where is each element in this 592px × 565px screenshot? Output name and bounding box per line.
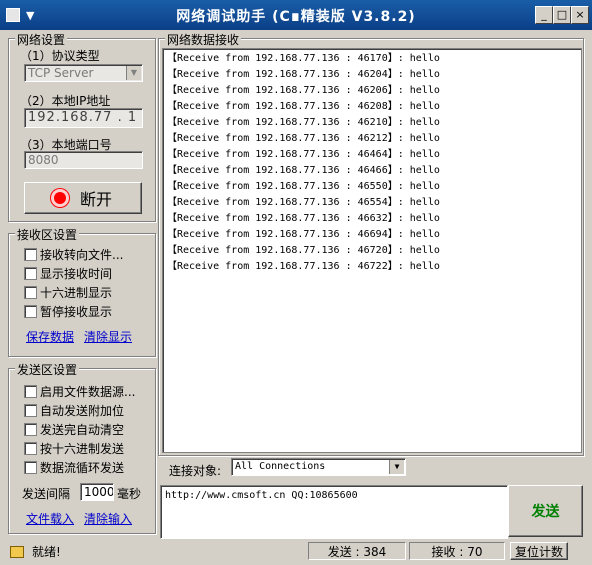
load-file-link[interactable]: 文件载入 xyxy=(26,510,74,527)
receive-line: 【Receive from 192.168.77.136 : 46170】: h… xyxy=(167,53,440,64)
chevron-down-icon: ▼ xyxy=(389,460,404,474)
clear-display-link[interactable]: 清除显示 xyxy=(84,328,132,345)
checkbox[interactable] xyxy=(24,286,37,299)
minimize-icon[interactable]: _ xyxy=(535,6,553,24)
received-count: 接收 : 70 xyxy=(409,542,505,560)
status-icon xyxy=(10,546,24,558)
receive-option-label: 接收转向文件... xyxy=(40,248,124,262)
send-option-label: 自动发送附加位 xyxy=(40,404,125,418)
network-settings-title: 网络设置 xyxy=(15,31,68,48)
receive-option-label: 十六进制显示 xyxy=(40,286,113,300)
clear-input-link[interactable]: 清除输入 xyxy=(84,510,132,527)
checkbox[interactable] xyxy=(24,404,37,417)
send-text-area[interactable]: http://www.cmsoft.cn QQ:10865600 xyxy=(160,485,508,539)
disconnect-button[interactable]: 断开 xyxy=(24,182,142,214)
receive-line: 【Receive from 192.168.77.136 : 46694】: h… xyxy=(167,229,440,240)
send-button[interactable]: 发送 xyxy=(508,485,583,537)
title-bar: ▼ 网络调试助手 (C∎精装版 V3.8.2) _ □ × xyxy=(0,0,592,30)
checkbox[interactable] xyxy=(24,385,37,398)
ip-label: （2）本地IP地址 xyxy=(20,94,111,108)
receive-settings-title: 接收区设置 xyxy=(15,226,80,243)
receive-line: 【Receive from 192.168.77.136 : 46464】: h… xyxy=(167,149,440,160)
send-option-label: 发送完自动清空 xyxy=(40,423,125,437)
send-option-label: 启用文件数据源... xyxy=(40,385,136,399)
protocol-value: TCP Server xyxy=(28,66,94,80)
receive-line: 【Receive from 192.168.77.136 : 46212】: h… xyxy=(167,133,440,144)
window-body: 网络设置 （1）协议类型 TCP Server ▼ （2）本地IP地址 192.… xyxy=(2,30,590,563)
chevron-down-icon: ▼ xyxy=(126,66,141,80)
checkbox[interactable] xyxy=(24,461,37,474)
checkbox[interactable] xyxy=(24,248,37,261)
protocol-label: （1）协议类型 xyxy=(20,49,100,63)
checkbox[interactable] xyxy=(24,267,37,280)
receive-line: 【Receive from 192.168.77.136 : 46206】: h… xyxy=(167,85,440,96)
checkbox[interactable] xyxy=(24,423,37,436)
receive-text-area[interactable]: 【Receive from 192.168.77.136 : 46170】: h… xyxy=(162,48,582,453)
connection-value: All Connections xyxy=(235,461,326,472)
close-icon[interactable]: × xyxy=(571,6,589,24)
receive-line: 【Receive from 192.168.77.136 : 46208】: h… xyxy=(167,101,440,112)
sent-count: 发送 : 384 xyxy=(308,542,406,560)
receive-line: 【Receive from 192.168.77.136 : 46554】: h… xyxy=(167,197,440,208)
reset-count-button[interactable]: 复位计数 xyxy=(510,542,568,560)
receive-line: 【Receive from 192.168.77.136 : 46210】: h… xyxy=(167,117,440,128)
ip-field[interactable]: 192.168.77 . 1 xyxy=(24,108,143,128)
receive-line: 【Receive from 192.168.77.136 : 46632】: h… xyxy=(167,213,440,224)
status-ready: 就绪! xyxy=(32,545,61,559)
connection-select[interactable]: All Connections ▼ xyxy=(231,458,406,476)
receive-line: 【Receive from 192.168.77.136 : 46466】: h… xyxy=(167,165,440,176)
protocol-select[interactable]: TCP Server ▼ xyxy=(24,64,143,82)
receive-option-label: 暂停接收显示 xyxy=(40,305,113,319)
connection-label: 连接对象: xyxy=(169,464,222,478)
maximize-icon[interactable]: □ xyxy=(553,6,571,24)
receive-line: 【Receive from 192.168.77.136 : 46204】: h… xyxy=(167,69,440,80)
status-bar: 就绪! 发送 : 384 接收 : 70 复位计数 xyxy=(0,540,592,565)
checkbox[interactable] xyxy=(24,442,37,455)
receive-line: 【Receive from 192.168.77.136 : 46722】: h… xyxy=(167,261,440,272)
receive-option-label: 显示接收时间 xyxy=(40,267,113,281)
receive-area-title: 网络数据接收 xyxy=(165,31,242,48)
send-option-label: 数据流循环发送 xyxy=(40,461,125,475)
checkbox[interactable] xyxy=(24,305,37,318)
receive-line: 【Receive from 192.168.77.136 : 46720】: h… xyxy=(167,245,440,256)
port-field[interactable]: 8080 xyxy=(24,151,143,169)
receive-line: 【Receive from 192.168.77.136 : 46550】: h… xyxy=(167,181,440,192)
send-interval-unit: 毫秒 xyxy=(117,487,142,501)
send-interval-label: 发送间隔 xyxy=(22,487,71,501)
send-option-label: 按十六进制发送 xyxy=(40,442,125,456)
send-interval-field[interactable]: 1000 xyxy=(80,483,114,501)
send-settings-title: 发送区设置 xyxy=(15,361,80,378)
window-title: 网络调试助手 (C∎精装版 V3.8.2) xyxy=(176,9,416,25)
disconnect-label: 断开 xyxy=(79,190,112,209)
led-icon xyxy=(53,192,66,204)
save-data-link[interactable]: 保存数据 xyxy=(26,328,74,345)
